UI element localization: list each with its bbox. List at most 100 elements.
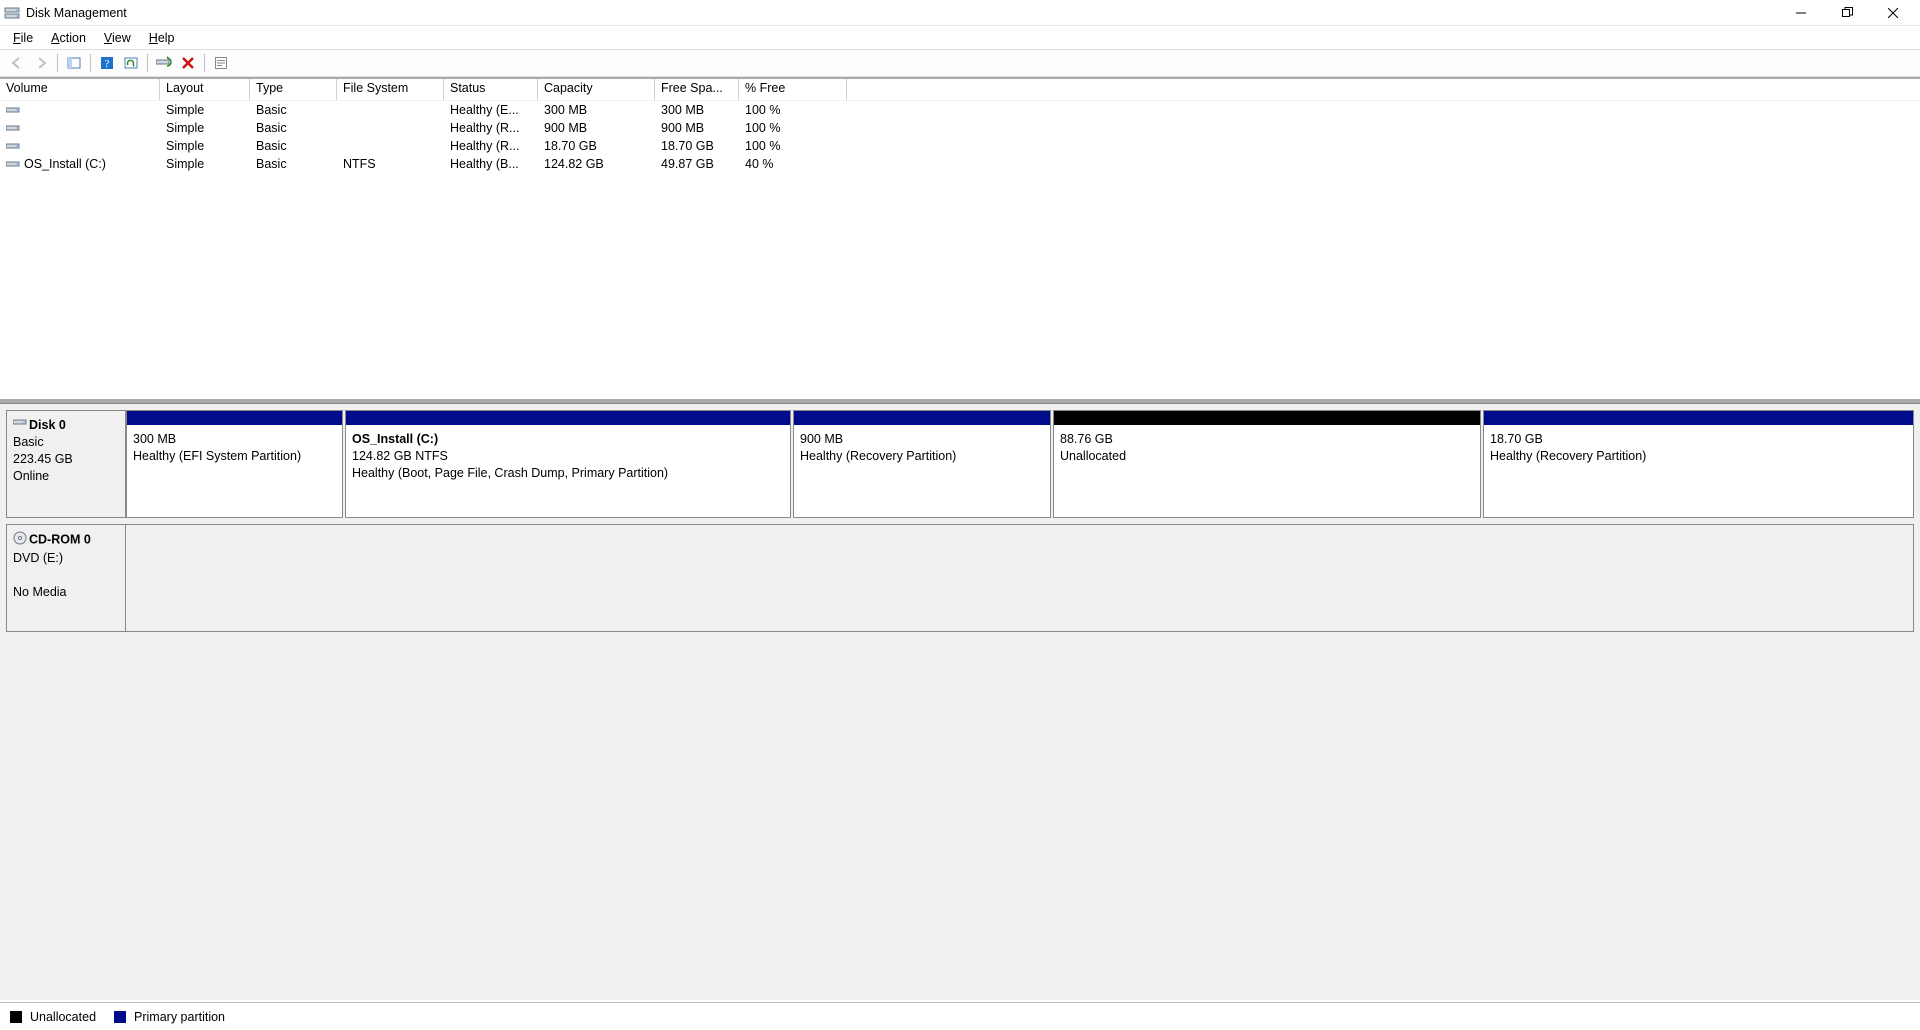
volume-row[interactable]: Simple Basic Healthy (R... 900 MB 900 MB… bbox=[0, 119, 1920, 137]
close-button[interactable] bbox=[1870, 0, 1916, 25]
menu-file[interactable]: File bbox=[4, 29, 42, 47]
empty-media-area[interactable] bbox=[126, 524, 1914, 632]
volume-list-header: Volume Layout Type File System Status Ca… bbox=[0, 79, 1920, 101]
volume-icon bbox=[6, 160, 20, 170]
legend-swatch-unallocated bbox=[10, 1011, 22, 1023]
title-bar: Disk Management bbox=[0, 0, 1920, 25]
partition-size: 900 MB bbox=[800, 431, 1044, 448]
volume-row[interactable]: Simple Basic Healthy (R... 18.70 GB 18.7… bbox=[0, 137, 1920, 155]
volume-free: 18.70 GB bbox=[655, 139, 739, 153]
partition-name: OS_Install (C:) bbox=[352, 431, 784, 448]
toolbar-separator bbox=[57, 54, 58, 72]
volume-capacity: 18.70 GB bbox=[538, 139, 655, 153]
partition-colorbar bbox=[1484, 411, 1913, 425]
volume-layout: Simple bbox=[160, 157, 250, 171]
volume-row[interactable]: Simple Basic Healthy (E... 300 MB 300 MB… bbox=[0, 101, 1920, 119]
partition-status: Healthy (Recovery Partition) bbox=[1490, 448, 1907, 465]
disk-mount: DVD (E:) bbox=[13, 551, 63, 565]
menu-bar: File Action View Help bbox=[0, 25, 1920, 49]
disk-header[interactable]: Disk 0 Basic 223.45 GB Online bbox=[6, 410, 126, 518]
toolbar-separator bbox=[90, 54, 91, 72]
partition[interactable]: 18.70 GB Healthy (Recovery Partition) bbox=[1483, 410, 1914, 518]
disk-state: Online bbox=[13, 469, 49, 483]
volume-status: Healthy (E... bbox=[444, 103, 538, 117]
maximize-button[interactable] bbox=[1824, 0, 1870, 25]
col-volume[interactable]: Volume bbox=[0, 79, 160, 100]
disk-header[interactable]: CD-ROM 0 DVD (E:) No Media bbox=[6, 524, 126, 632]
back-button[interactable] bbox=[6, 52, 28, 74]
legend-swatch-primary bbox=[114, 1011, 126, 1023]
disk-row: CD-ROM 0 DVD (E:) No Media bbox=[6, 524, 1914, 632]
partition[interactable]: 900 MB Healthy (Recovery Partition) bbox=[793, 410, 1051, 518]
volume-pctfree: 100 % bbox=[739, 103, 847, 117]
volume-capacity: 300 MB bbox=[538, 103, 655, 117]
partition-size: 300 MB bbox=[133, 431, 336, 448]
delete-button[interactable] bbox=[177, 52, 199, 74]
col-layout[interactable]: Layout bbox=[160, 79, 250, 100]
menu-help[interactable]: Help bbox=[140, 29, 184, 47]
toolbar: ? bbox=[0, 49, 1920, 77]
legend-unallocated: Unallocated bbox=[30, 1010, 96, 1024]
disk-management-icon bbox=[4, 5, 20, 21]
volume-pctfree: 100 % bbox=[739, 121, 847, 135]
refresh-button[interactable] bbox=[120, 52, 142, 74]
volume-name: OS_Install (C:) bbox=[24, 157, 106, 171]
partition-status: Healthy (Boot, Page File, Crash Dump, Pr… bbox=[352, 465, 784, 482]
disk-icon bbox=[13, 417, 27, 434]
window-title: Disk Management bbox=[26, 6, 127, 20]
toolbar-separator bbox=[204, 54, 205, 72]
partition-size: 88.76 GB bbox=[1060, 431, 1474, 448]
svg-text:?: ? bbox=[105, 58, 110, 70]
col-filesystem[interactable]: File System bbox=[337, 79, 444, 100]
menu-view[interactable]: View bbox=[95, 29, 140, 47]
rescan-disks-button[interactable] bbox=[153, 52, 175, 74]
col-freespace[interactable]: Free Spa... bbox=[655, 79, 739, 100]
volume-free: 49.87 GB bbox=[655, 157, 739, 171]
volume-free: 300 MB bbox=[655, 103, 739, 117]
volume-capacity: 124.82 GB bbox=[538, 157, 655, 171]
disk-state: No Media bbox=[13, 585, 67, 599]
volume-type: Basic bbox=[250, 103, 337, 117]
disk-row: Disk 0 Basic 223.45 GB Online 300 MB Hea… bbox=[6, 410, 1914, 518]
help-button[interactable]: ? bbox=[96, 52, 118, 74]
volume-list-pane[interactable]: Volume Layout Type File System Status Ca… bbox=[0, 77, 1920, 399]
partition-colorbar bbox=[127, 411, 342, 425]
col-capacity[interactable]: Capacity bbox=[538, 79, 655, 100]
partitions: 300 MB Healthy (EFI System Partition) OS… bbox=[126, 410, 1914, 518]
volume-free: 900 MB bbox=[655, 121, 739, 135]
forward-button[interactable] bbox=[30, 52, 52, 74]
volume-layout: Simple bbox=[160, 121, 250, 135]
partition-status: Healthy (EFI System Partition) bbox=[133, 448, 336, 465]
volume-layout: Simple bbox=[160, 103, 250, 117]
volume-capacity: 900 MB bbox=[538, 121, 655, 135]
show-hide-console-tree-button[interactable] bbox=[63, 52, 85, 74]
col-pctfree[interactable]: % Free bbox=[739, 79, 847, 100]
legend-primary: Primary partition bbox=[134, 1010, 225, 1024]
partition[interactable]: 300 MB Healthy (EFI System Partition) bbox=[126, 410, 343, 518]
col-type[interactable]: Type bbox=[250, 79, 337, 100]
volume-icon bbox=[6, 142, 20, 152]
disk-name: CD-ROM 0 bbox=[29, 533, 91, 547]
volume-status: Healthy (B... bbox=[444, 157, 538, 171]
volume-fs: NTFS bbox=[337, 157, 444, 171]
disk-name: Disk 0 bbox=[29, 418, 66, 432]
optical-drive-icon bbox=[13, 531, 27, 550]
properties-button[interactable] bbox=[210, 52, 232, 74]
disk-type: Basic bbox=[13, 435, 44, 449]
graphical-view-pane[interactable]: Disk 0 Basic 223.45 GB Online 300 MB Hea… bbox=[0, 403, 1920, 1000]
partition-size: 124.82 GB NTFS bbox=[352, 448, 784, 465]
volume-type: Basic bbox=[250, 121, 337, 135]
volume-row[interactable]: OS_Install (C:) Simple Basic NTFS Health… bbox=[0, 155, 1920, 173]
partition-colorbar bbox=[794, 411, 1050, 425]
col-status[interactable]: Status bbox=[444, 79, 538, 100]
col-filler bbox=[847, 79, 1920, 100]
volume-type: Basic bbox=[250, 139, 337, 153]
minimize-button[interactable] bbox=[1778, 0, 1824, 25]
partition[interactable]: OS_Install (C:) 124.82 GB NTFS Healthy (… bbox=[345, 410, 791, 518]
disk-size: 223.45 GB bbox=[13, 452, 73, 466]
volume-icon bbox=[6, 124, 20, 134]
menu-action[interactable]: Action bbox=[42, 29, 95, 47]
partition-colorbar bbox=[346, 411, 790, 425]
partition-unallocated[interactable]: 88.76 GB Unallocated bbox=[1053, 410, 1481, 518]
volume-pctfree: 100 % bbox=[739, 139, 847, 153]
